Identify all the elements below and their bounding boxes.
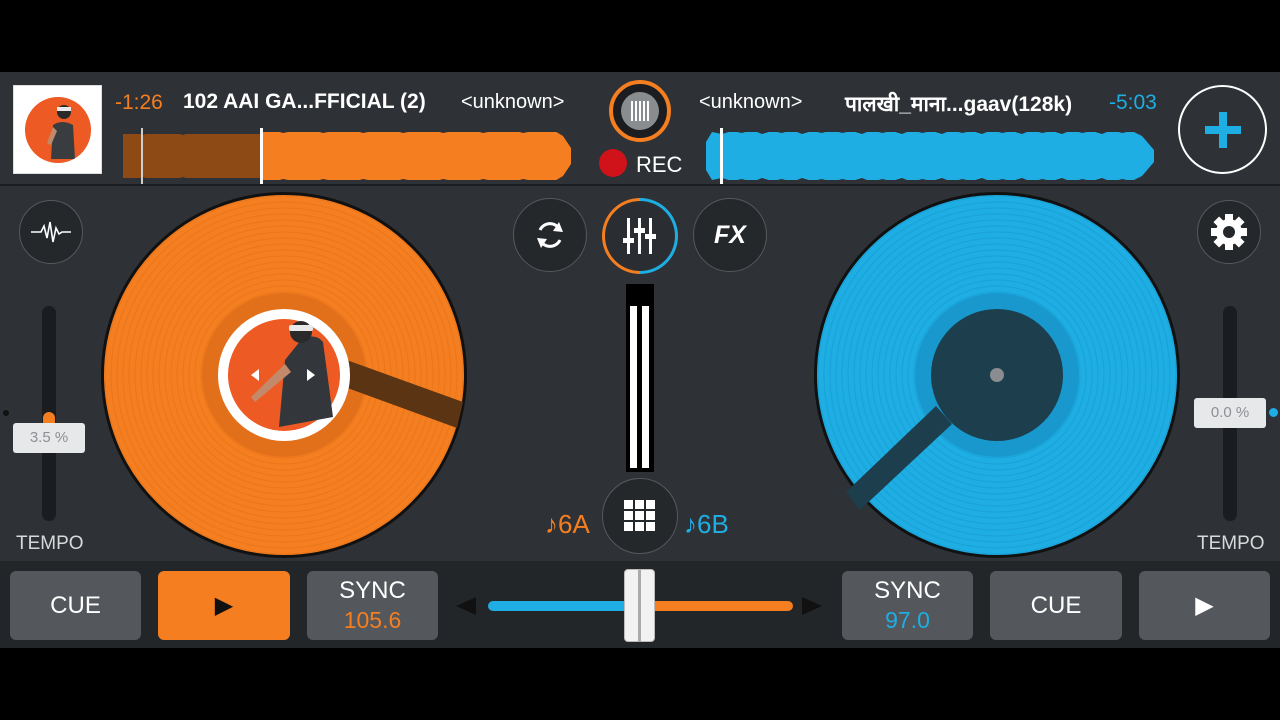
add-icon[interactable] (1178, 85, 1267, 174)
tempo-center-dot-a (3, 410, 9, 416)
waveform-deck-b[interactable] (706, 128, 1156, 184)
gear-icon[interactable] (1197, 200, 1261, 264)
record-icon[interactable] (599, 149, 627, 177)
waveform-deck-a[interactable] (123, 128, 573, 184)
cue-button-deck-a[interactable]: CUE (10, 571, 141, 640)
play-icon: ▶ (1195, 592, 1214, 619)
cue-label-deck-b: CUE (1030, 591, 1082, 619)
sync-button-deck-a[interactable]: SYNC 105.6 (307, 571, 438, 640)
deck-b-artist: <unknown> (699, 91, 803, 113)
bpm-deck-b: 97.0 (885, 607, 930, 633)
cue-button-deck-b[interactable]: CUE (990, 571, 1122, 640)
volume-meter (626, 284, 654, 472)
tempo-center-dot-b (1269, 408, 1278, 417)
sync-button-deck-b[interactable]: SYNC 97.0 (842, 571, 973, 640)
album-art-deck-a[interactable] (13, 85, 102, 174)
turntable-deck-a-overlay (202, 293, 463, 457)
sync-label-deck-b: SYNC (874, 577, 941, 604)
fx-label: FX (714, 220, 746, 249)
tempo-value-deck-a[interactable]: 3.5 % (13, 423, 85, 453)
deck-a-time: -1:26 (115, 91, 163, 114)
play-button-deck-b[interactable]: ▶ (1139, 571, 1270, 640)
tempo-value-deck-b[interactable]: 0.0 % (1194, 398, 1266, 428)
key-deck-b[interactable]: ♪6B (684, 509, 729, 540)
crossfader-right-arrow-icon[interactable] (802, 597, 822, 615)
bpm-deck-a: 105.6 (343, 607, 402, 633)
tempo-label-deck-b: TEMPO (1197, 533, 1265, 554)
fx-icon[interactable]: FX (693, 198, 767, 272)
deck-b-title[interactable]: पालखी_माना...gaav(128k) (845, 90, 1072, 118)
deck-a-title[interactable]: 102 AAI GA...FFICIAL (2) (183, 90, 426, 114)
play-button-deck-a[interactable]: ▶ (158, 571, 290, 640)
tempo-label-deck-a: TEMPO (16, 533, 84, 554)
cue-label-deck-a: CUE (50, 591, 101, 619)
waveform-icon[interactable] (19, 200, 83, 264)
grid-icon[interactable] (602, 478, 678, 554)
crossfader-left-arrow-icon[interactable] (456, 597, 476, 615)
loop-icon[interactable] (513, 198, 587, 272)
deck-b-time: -5:03 (1109, 91, 1157, 114)
sync-label-deck-a: SYNC (339, 577, 406, 604)
record-label[interactable]: REC (636, 152, 682, 178)
top-bar: -1:26 102 AAI GA...FFICIAL (2) <unknown>… (0, 72, 1280, 186)
record-knob[interactable] (609, 80, 671, 142)
play-icon: ▶ (214, 592, 234, 619)
crossfader-knob[interactable] (624, 569, 655, 642)
turntable-deck-b-overlay (846, 293, 1079, 510)
deck-a-artist: <unknown> (461, 91, 565, 113)
key-deck-a[interactable]: ♪6A (545, 509, 590, 540)
dj-app: -1:26 102 AAI GA...FFICIAL (2) <unknown>… (0, 72, 1280, 648)
mixer-icon[interactable] (602, 198, 678, 274)
